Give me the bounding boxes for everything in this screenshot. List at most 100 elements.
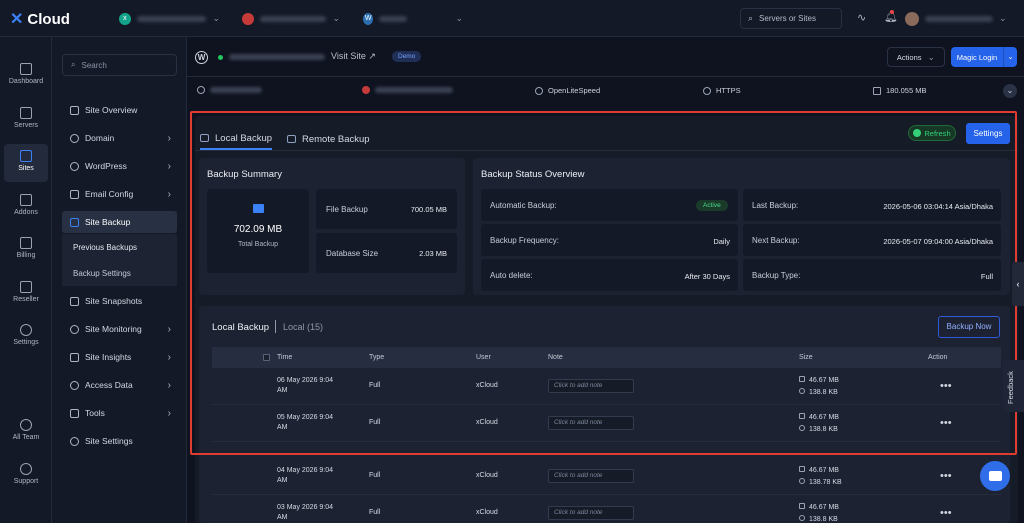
nav-wordpress[interactable]: WordPress › (62, 155, 177, 177)
nav-backup-settings[interactable]: Backup Settings (62, 260, 177, 286)
notification-dot (890, 10, 894, 14)
rail-servers[interactable]: Servers (0, 107, 52, 129)
activity-icon[interactable]: ∿ (857, 11, 866, 24)
rail-billing[interactable]: Billing (0, 237, 52, 259)
info-ip (197, 86, 262, 94)
overview-icon (70, 105, 79, 115)
actions-dropdown[interactable]: Actions ⌄ (887, 47, 945, 67)
settings-button[interactable]: Settings (966, 123, 1010, 144)
chat-button[interactable] (980, 461, 1010, 491)
table-row: 04 May 2026 9:04 AM Full xCloud Click to… (212, 458, 1001, 495)
col-size: Size (799, 354, 813, 361)
chevron-down-icon: ⌄ (212, 13, 220, 23)
nav-site-insights[interactable]: Site Insights › (62, 346, 177, 368)
info-server (362, 86, 453, 94)
row-actions-menu-icon[interactable]: ••• (940, 417, 952, 429)
summary-title: Backup Summary (207, 169, 282, 180)
nav-label: Site Settings (85, 436, 133, 446)
server-selector[interactable]: ⌄ (236, 8, 346, 29)
row-user: xCloud (476, 509, 498, 516)
nav-access-data[interactable]: Access Data › (62, 374, 177, 396)
visit-site-link[interactable]: Visit Site ↗ (331, 51, 376, 62)
side-panel-toggle[interactable]: ‹ (1012, 262, 1024, 306)
rail-label: Billing (16, 252, 36, 259)
top-bar: ✕ Cloud x ⌄ ⌄ W ⌄ ⌕ Servers or Sites ∿ 🔔… (0, 0, 1024, 37)
rail-label: Sites (18, 165, 34, 172)
note-input[interactable]: Click to add note (548, 379, 634, 393)
note-input[interactable]: Click to add note (548, 469, 634, 483)
rail-dashboard[interactable]: Dashboard (0, 63, 52, 85)
info-disk: 180.055 MB (873, 86, 926, 95)
chevron-right-icon: › (167, 188, 171, 200)
info-webserver: OpenLiteSpeed (535, 86, 600, 95)
magic-login-label: Magic Login (956, 52, 998, 62)
row-time: 05 May 2026 9:04 (277, 414, 334, 421)
tab-remote-backup[interactable]: Remote Backup (287, 128, 370, 150)
nav-site-overview[interactable]: Site Overview (62, 99, 177, 121)
row-size-files: 46.67 MB (799, 466, 839, 474)
note-input[interactable]: Click to add note (548, 416, 634, 430)
row-size-db: 138.8 KB (799, 388, 838, 396)
select-all-checkbox[interactable] (263, 354, 270, 361)
rail-settings[interactable]: Settings (0, 324, 52, 346)
nav-email-config[interactable]: Email Config › (62, 183, 177, 205)
col-note: Note (548, 354, 563, 361)
nav-domain[interactable]: Domain › (62, 127, 177, 149)
site-domain-redacted (229, 54, 325, 60)
site-selector[interactable]: W ⌄ (357, 8, 469, 29)
rail-all-team[interactable]: All Team (0, 419, 52, 441)
size-db: 138.78 KB (809, 479, 842, 486)
tab-local-backup[interactable]: Local Backup (200, 128, 273, 150)
nav-tools[interactable]: Tools › (62, 402, 177, 424)
frequency-row: Backup Frequency: Daily (481, 224, 738, 256)
rail-support[interactable]: Support (0, 463, 52, 485)
rail-sites[interactable]: Sites (4, 144, 48, 182)
chevron-down-icon[interactable]: ⌄ (1003, 47, 1017, 67)
col-time: Time (277, 354, 293, 361)
rail-label: Support (13, 478, 39, 485)
row-actions-menu-icon[interactable]: ••• (940, 507, 952, 519)
sites-icon (20, 150, 32, 162)
row-actions-menu-icon[interactable]: ••• (940, 470, 952, 482)
addons-icon (20, 194, 32, 206)
servers-sites-search[interactable]: ⌕ Servers or Sites (740, 8, 842, 29)
gear-icon (20, 324, 32, 336)
note-input[interactable]: Click to add note (548, 506, 634, 520)
nav-site-snapshots[interactable]: Site Snapshots (62, 290, 177, 312)
nav-sub-label: Backup Settings (73, 268, 131, 278)
nav-site-settings[interactable]: Site Settings (62, 430, 177, 452)
app-logo[interactable]: ✕ Cloud (10, 9, 70, 29)
last-backup-value: 2026-05-06 03:04:14 Asia/Dhaka (883, 202, 993, 211)
nav-label: Site Snapshots (85, 296, 143, 306)
folder-icon (253, 204, 264, 213)
row-actions-menu-icon[interactable]: ••• (940, 380, 952, 392)
nav-site-backup[interactable]: Site Backup (62, 211, 177, 233)
feedback-tab[interactable]: Feedback (1003, 360, 1024, 412)
rail-addons[interactable]: Addons (0, 194, 52, 216)
demo-badge: Demo (392, 51, 422, 62)
nav-previous-backups[interactable]: Previous Backups (62, 234, 177, 260)
user-menu[interactable]: ⌄ (905, 8, 1015, 29)
subnav-search-input[interactable]: ⌕ Search (62, 54, 177, 76)
row-size-db: 138.8 KB (799, 515, 838, 523)
reseller-icon (20, 281, 32, 293)
row-checkbox[interactable] (263, 383, 270, 390)
backup-type-label: Backup Type: (752, 271, 801, 280)
auto-backup-label: Automatic Backup: (490, 201, 557, 210)
chevron-right-icon: › (167, 407, 171, 419)
backup-now-button[interactable]: Backup Now (938, 316, 1000, 338)
row-user: xCloud (476, 419, 498, 426)
refresh-icon (913, 129, 922, 137)
lock-icon (703, 86, 711, 95)
mail-icon (70, 189, 79, 199)
file-backup-card: File Backup 700.05 MB (316, 189, 457, 229)
team-selector[interactable]: x ⌄ (113, 8, 226, 29)
rail-reseller[interactable]: Reseller (0, 281, 52, 303)
file-backup-value: 700.05 MB (410, 205, 447, 214)
refresh-button[interactable]: Refresh (908, 125, 956, 141)
nav-site-monitoring[interactable]: Site Monitoring › (62, 318, 177, 340)
gear-icon (70, 436, 79, 446)
refresh-label: Refresh (924, 128, 951, 138)
chevron-down-icon[interactable]: ⌄ (1003, 84, 1017, 98)
magic-login-button[interactable]: Magic Login ⌄ (951, 47, 1017, 67)
